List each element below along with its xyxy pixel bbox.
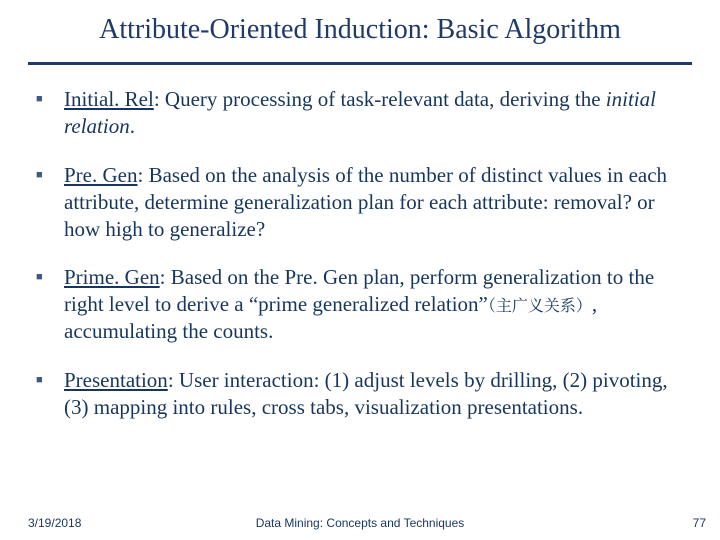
- list-item: ■ Initial. Rel: Query processing of task…: [36, 86, 690, 140]
- list-item: ■ Prime. Gen: Based on the Pre. Gen plan…: [36, 264, 690, 345]
- item-text: Initial. Rel: Query processing of task-r…: [64, 86, 690, 140]
- item-text: Pre. Gen: Based on the analysis of the n…: [64, 162, 690, 243]
- title-underline: [28, 62, 692, 65]
- footer-title: Data Mining: Concepts and Techniques: [0, 516, 720, 530]
- item-label: Pre. Gen: [64, 163, 137, 187]
- square-bullet-icon: ■: [36, 367, 64, 421]
- item-label: Initial. Rel: [64, 87, 154, 111]
- square-bullet-icon: ■: [36, 162, 64, 243]
- square-bullet-icon: ■: [36, 86, 64, 140]
- item-text: Presentation: User interaction: (1) adju…: [64, 367, 690, 421]
- footer: 3/19/2018 Data Mining: Concepts and Tech…: [0, 510, 720, 530]
- item-text: Prime. Gen: Based on the Pre. Gen plan, …: [64, 264, 690, 345]
- list-item: ■ Presentation: User interaction: (1) ad…: [36, 367, 690, 421]
- item-label: Prime. Gen: [64, 265, 160, 289]
- slide-body: ■ Initial. Rel: Query processing of task…: [36, 86, 690, 443]
- cjk-annotation: （主广义关系）: [488, 293, 592, 316]
- list-item: ■ Pre. Gen: Based on the analysis of the…: [36, 162, 690, 243]
- square-bullet-icon: ■: [36, 264, 64, 345]
- item-label: Presentation: [64, 368, 168, 392]
- slide-title: Attribute-Oriented Induction: Basic Algo…: [0, 14, 720, 46]
- slide: Attribute-Oriented Induction: Basic Algo…: [0, 0, 720, 540]
- page-number: 77: [693, 516, 706, 530]
